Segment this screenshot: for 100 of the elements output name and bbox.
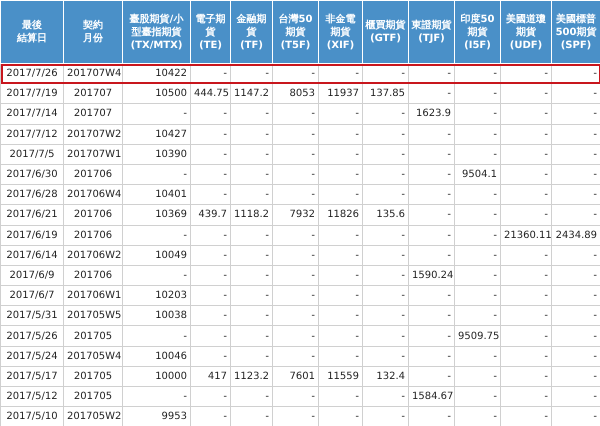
table-cell: 2017/5/10 — [0, 406, 64, 426]
table-cell: 2017/5/12 — [0, 386, 64, 407]
table-cell: - — [454, 104, 500, 124]
table-cell: 201705 — [64, 366, 122, 386]
table-cell: - — [230, 245, 272, 266]
table-cell: - — [408, 164, 454, 185]
table-cell: - — [454, 204, 500, 225]
table-cell: - — [500, 306, 552, 326]
table-cell: - — [500, 366, 552, 386]
table-cell: - — [230, 225, 272, 246]
table-cell: - — [272, 326, 318, 346]
column-header: 美國標普 500期貨 (SPF) — [552, 0, 600, 64]
table-cell: 201706 — [64, 204, 122, 225]
table-cell: 2017/6/21 — [0, 204, 64, 225]
table-cell: 2017/6/19 — [0, 225, 64, 246]
table-cell: 9504.1 — [454, 164, 500, 185]
table-cell: 439.7 — [190, 204, 230, 225]
table-cell: - — [500, 286, 552, 306]
table-cell: - — [272, 164, 318, 185]
table-cell: - — [190, 245, 230, 266]
table-cell: 11559 — [318, 366, 362, 386]
table-cell: 201706 — [64, 225, 122, 246]
table-cell: - — [362, 104, 408, 124]
table-cell: 137.85 — [362, 84, 408, 104]
table-cell: - — [272, 144, 318, 164]
table-cell: - — [318, 265, 362, 286]
table-cell: 444.75 — [190, 84, 230, 104]
column-header: 美國道瓊 期貨 (UDF) — [500, 0, 552, 64]
table-cell: - — [408, 326, 454, 346]
table-cell: - — [318, 104, 362, 124]
column-header: 金融期 貨 (TF) — [230, 0, 272, 64]
table-cell: - — [230, 265, 272, 286]
table-cell: - — [318, 326, 362, 346]
column-header: 臺股期貨/小 型臺指期貨 (TX/MTX) — [122, 0, 190, 64]
column-header: 電子期 貨 (TE) — [190, 0, 230, 64]
table-cell: 7601 — [272, 366, 318, 386]
table-cell: 2017/5/24 — [0, 346, 64, 366]
table-cell: 201705W4 — [64, 346, 122, 366]
table-cell: 1623.9 — [408, 104, 454, 124]
table-cell: 10500 — [122, 84, 190, 104]
table-cell: - — [230, 164, 272, 185]
table-cell: - — [454, 386, 500, 407]
table-cell: - — [500, 245, 552, 266]
table-cell: - — [122, 326, 190, 346]
table-cell: - — [230, 104, 272, 124]
table-cell: 10046 — [122, 346, 190, 366]
table-cell: - — [408, 144, 454, 164]
table-cell: 1584.67 — [408, 386, 454, 407]
table-cell: - — [230, 346, 272, 366]
table-cell: - — [362, 306, 408, 326]
table-cell: - — [272, 286, 318, 306]
column-header: 印度50 期貨 (I5F) — [454, 0, 500, 64]
table-cell: - — [500, 144, 552, 164]
table-cell: - — [272, 306, 318, 326]
table-cell: - — [454, 265, 500, 286]
table-cell: - — [408, 306, 454, 326]
table-cell: 2017/7/19 — [0, 84, 64, 104]
table-cell: - — [122, 164, 190, 185]
table-cell: - — [230, 144, 272, 164]
table-cell: - — [272, 386, 318, 407]
table-cell: - — [318, 144, 362, 164]
table-cell: - — [408, 286, 454, 306]
table-cell: - — [454, 84, 500, 104]
table-cell: - — [500, 204, 552, 225]
column-header: 東證期貨 (TJF) — [408, 0, 454, 64]
table-cell: - — [190, 144, 230, 164]
table-cell: - — [318, 225, 362, 246]
table-cell: 201706W4 — [64, 184, 122, 205]
table-cell: - — [408, 366, 454, 386]
table-cell: - — [190, 164, 230, 185]
table-cell: - — [454, 366, 500, 386]
table-cell: - — [408, 84, 454, 104]
table-cell: 2017/7/26 — [0, 64, 64, 84]
table-cell: - — [500, 346, 552, 366]
table-cell: 201706 — [64, 164, 122, 185]
table-cell: - — [408, 184, 454, 205]
table-cell: - — [500, 84, 552, 104]
table-cell: 2017/5/31 — [0, 306, 64, 326]
column-header: 最後 結算日 — [0, 0, 64, 64]
table-cell: 1590.24 — [408, 265, 454, 286]
table-cell: 2017/5/17 — [0, 366, 64, 386]
table-cell: - — [190, 286, 230, 306]
table-cell: - — [318, 286, 362, 306]
table-cell: 201707W2 — [64, 124, 122, 144]
table-cell: 21360.11 — [500, 225, 552, 246]
table-cell: 2017/6/30 — [0, 164, 64, 185]
table-cell: 10401 — [122, 184, 190, 205]
table-cell: 10390 — [122, 144, 190, 164]
table-cell: - — [362, 144, 408, 164]
table-cell: 132.4 — [362, 366, 408, 386]
table-cell: - — [454, 346, 500, 366]
table-cell: 1123.2 — [230, 366, 272, 386]
table-cell: - — [408, 346, 454, 366]
table-cell: 10038 — [122, 306, 190, 326]
table-cell: - — [454, 124, 500, 144]
table-cell: 417 — [190, 366, 230, 386]
table-cell: 135.6 — [362, 204, 408, 225]
column-header: 契約 月份 — [64, 0, 122, 64]
table-cell: - — [362, 124, 408, 144]
table-cell: 201705W5 — [64, 306, 122, 326]
